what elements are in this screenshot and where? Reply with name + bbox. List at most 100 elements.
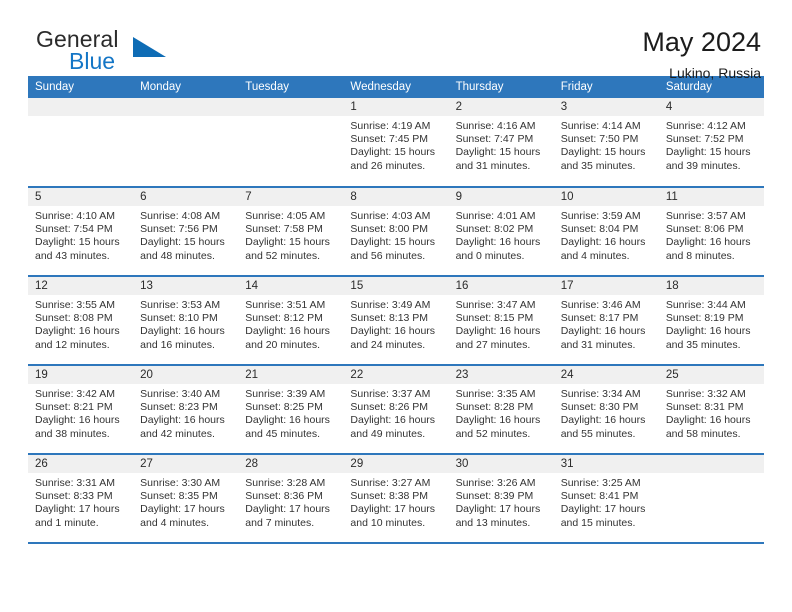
daylight-duration-line2: and 1 minute. [35,516,99,529]
calendar-day-cell-empty [658,453,764,543]
calendar-day-cell[interactable]: 23 Sunrise: 3:35 AM Sunset: 8:28 PM Dayligh… [448,364,554,454]
day-details: Sunrise: 4:10 AM Sunset: 7:54 PM Daylight:… [28,206,133,263]
calendar-day-cell[interactable]: 31 Sunrise: 3:25 AM Sunset: 8:41 PM Dayligh… [553,453,659,543]
daylight-duration-line1: Daylight: 17 hours [350,503,436,516]
weekday-header-thursday: Thursday [448,76,554,98]
sunrise-time: Sunrise: 3:55 AM [35,299,115,311]
calendar-day-cell[interactable]: 16 Sunrise: 3:47 AM Sunset: 8:15 PM Dayligh… [448,275,554,365]
calendar-day-cell[interactable]: 14 Sunrise: 3:51 AM Sunset: 8:12 PM Dayligh… [238,275,344,365]
calendar-day-cell[interactable]: 15 Sunrise: 3:49 AM Sunset: 8:13 PM Dayligh… [343,275,449,365]
calendar-day-cell[interactable]: 13 Sunrise: 3:53 AM Sunset: 8:10 PM Dayligh… [133,275,239,365]
day-number: 4 [658,98,764,116]
calendar-day-cell[interactable]: 5 Sunrise: 4:10 AM Sunset: 7:54 PM Daylight… [28,186,134,276]
calendar-day-cell[interactable]: 30 Sunrise: 3:26 AM Sunset: 8:39 PM Dayligh… [448,453,554,543]
daylight-duration-line2: and 27 minutes. [455,338,531,351]
calendar-day-cell[interactable]: 27 Sunrise: 3:30 AM Sunset: 8:35 PM Dayligh… [133,453,239,543]
daylight-duration-line1: Daylight: 16 hours [350,325,436,338]
day-details: Sunrise: 4:01 AM Sunset: 8:02 PM Daylight:… [449,206,554,263]
sunrise-time: Sunrise: 3:39 AM [245,388,326,400]
calendar-day-cell[interactable]: 25 Sunrise: 3:32 AM Sunset: 8:31 PM Dayligh… [658,364,764,454]
sunrise-time: Sunrise: 3:25 AM [560,477,641,489]
sunrise-time: Sunrise: 3:49 AM [350,299,431,311]
sunrise-time: Sunrise: 4:08 AM [140,210,221,222]
day-number: 20 [133,366,239,384]
daylight-duration-line2: and 16 minutes. [140,338,215,351]
sunset-time: Sunset: 8:39 PM [455,490,534,503]
weekday-header-wednesday: Wednesday [343,76,449,98]
daylight-duration-line1: Daylight: 15 hours [245,236,330,249]
page-header: General Blue May 2024 Lukino, Russia [28,0,764,81]
daylight-duration-line1: Daylight: 15 hours [350,236,436,249]
sunrise-time: Sunrise: 3:53 AM [140,299,221,311]
day-number: 24 [553,366,659,384]
day-details: Sunrise: 4:03 AM Sunset: 8:00 PM Daylight:… [343,206,448,263]
calendar-week-row: 26 Sunrise: 3:31 AM Sunset: 8:33 PM Dayligh… [28,453,764,543]
sunrise-time: Sunrise: 3:57 AM [665,210,746,222]
sunset-time: Sunset: 7:52 PM [665,133,744,146]
calendar-day-cell[interactable]: 12 Sunrise: 3:55 AM Sunset: 8:08 PM Dayligh… [28,275,134,365]
calendar-day-cell[interactable]: 6 Sunrise: 4:08 AM Sunset: 7:56 PM Daylight… [133,186,239,276]
triangle-icon [133,37,166,57]
day-details: Sunrise: 3:46 AM Sunset: 8:17 PM Daylight:… [554,295,659,352]
daylight-duration-line1: Daylight: 16 hours [665,414,751,427]
daylight-duration-line2: and 7 minutes. [245,516,315,529]
calendar-day-cell[interactable]: 8 Sunrise: 4:03 AM Sunset: 8:00 PM Daylight… [343,186,449,276]
calendar-day-cell[interactable]: 1 Sunrise: 4:19 AM Sunset: 7:45 PM Daylight… [343,98,449,187]
sunrise-time: Sunrise: 3:51 AM [245,299,326,311]
calendar-day-cell[interactable]: 10 Sunrise: 3:59 AM Sunset: 8:04 PM Dayligh… [553,186,659,276]
calendar-day-cell[interactable]: 18 Sunrise: 3:44 AM Sunset: 8:19 PM Dayligh… [658,275,764,365]
day-details: Sunrise: 3:30 AM Sunset: 8:35 PM Daylight:… [133,473,238,530]
day-number: 27 [133,455,239,473]
calendar-day-cell[interactable]: 20 Sunrise: 3:40 AM Sunset: 8:23 PM Dayligh… [133,364,239,454]
calendar-day-cell[interactable]: 21 Sunrise: 3:39 AM Sunset: 8:25 PM Dayligh… [238,364,344,454]
day-details: Sunrise: 3:37 AM Sunset: 8:26 PM Daylight:… [343,384,448,441]
daylight-duration-line2: and 58 minutes. [665,427,741,440]
calendar-day-cell[interactable]: 29 Sunrise: 3:27 AM Sunset: 8:38 PM Dayligh… [343,453,449,543]
sunset-time: Sunset: 8:04 PM [560,223,639,236]
day-number [658,455,764,473]
daylight-duration-line1: Daylight: 16 hours [140,414,225,427]
calendar-day-cell[interactable]: 7 Sunrise: 4:05 AM Sunset: 7:58 PM Daylight… [238,186,344,276]
sunset-time: Sunset: 7:56 PM [140,223,218,236]
calendar-day-cell-empty [133,98,239,187]
sunset-time: Sunset: 8:12 PM [245,312,323,325]
sunset-time: Sunset: 8:25 PM [245,401,323,414]
day-number: 7 [238,188,344,206]
daylight-duration-line2: and 49 minutes. [350,427,426,440]
general-blue-logo[interactable]: General Blue [28,26,228,80]
daylight-duration-line2: and 35 minutes. [665,338,741,351]
sunrise-time: Sunrise: 3:46 AM [560,299,641,311]
calendar-day-cell[interactable]: 22 Sunrise: 3:37 AM Sunset: 8:26 PM Dayligh… [343,364,449,454]
calendar-day-cell[interactable]: 3 Sunrise: 4:14 AM Sunset: 7:50 PM Daylight… [553,98,659,187]
calendar-day-cell[interactable]: 26 Sunrise: 3:31 AM Sunset: 8:33 PM Dayligh… [28,453,134,543]
calendar-day-cell[interactable]: 2 Sunrise: 4:16 AM Sunset: 7:47 PM Daylight… [448,98,554,187]
day-number: 5 [28,188,134,206]
calendar-day-cell[interactable]: 19 Sunrise: 3:42 AM Sunset: 8:21 PM Dayligh… [28,364,134,454]
day-number: 31 [553,455,659,473]
sunset-time: Sunset: 8:17 PM [560,312,639,325]
page-subtitle: Lukino, Russia [669,65,761,81]
calendar-day-cell[interactable]: 9 Sunrise: 4:01 AM Sunset: 8:02 PM Daylight… [448,186,554,276]
sunset-time: Sunset: 8:10 PM [140,312,218,325]
calendar-day-cell[interactable]: 4 Sunrise: 4:12 AM Sunset: 7:52 PM Daylight… [658,98,764,187]
calendar-day-cell[interactable]: 11 Sunrise: 3:57 AM Sunset: 8:06 PM Dayligh… [658,186,764,276]
daylight-duration-line2: and 52 minutes. [245,249,320,262]
daylight-duration-line2: and 4 minutes. [560,249,630,262]
sunset-time: Sunset: 8:36 PM [245,490,323,503]
calendar-body: 1 Sunrise: 4:19 AM Sunset: 7:45 PM Daylight… [28,98,764,543]
sunrise-time: Sunrise: 4:14 AM [560,120,641,132]
day-number: 28 [238,455,344,473]
sunrise-time: Sunrise: 3:32 AM [665,388,746,400]
day-number: 19 [28,366,134,384]
calendar-day-cell[interactable]: 17 Sunrise: 3:46 AM Sunset: 8:17 PM Dayligh… [553,275,659,365]
daylight-duration-line1: Daylight: 16 hours [350,414,436,427]
sunrise-time: Sunrise: 4:12 AM [665,120,746,132]
day-details: Sunrise: 3:28 AM Sunset: 8:36 PM Daylight:… [238,473,343,530]
day-details: Sunrise: 4:05 AM Sunset: 7:58 PM Daylight:… [238,206,343,263]
daylight-duration-line1: Daylight: 15 hours [35,236,120,249]
calendar-day-cell[interactable]: 24 Sunrise: 3:34 AM Sunset: 8:30 PM Dayligh… [553,364,659,454]
daylight-duration-line1: Daylight: 16 hours [455,414,541,427]
calendar-day-cell[interactable]: 28 Sunrise: 3:28 AM Sunset: 8:36 PM Dayligh… [238,453,344,543]
calendar-week-row: 5 Sunrise: 4:10 AM Sunset: 7:54 PM Daylight… [28,186,764,276]
day-number: 26 [28,455,134,473]
